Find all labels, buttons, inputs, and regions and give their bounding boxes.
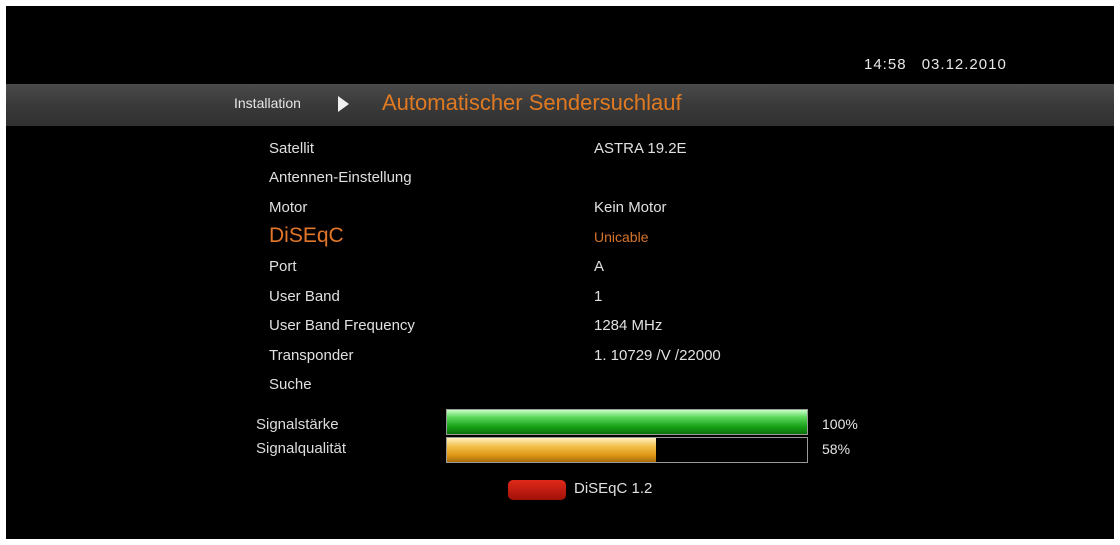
signal-quality-percent: 58%: [822, 441, 851, 457]
antenna-setting-label[interactable]: Antennen-Einstellung: [269, 169, 412, 186]
red-key-button[interactable]: [508, 480, 566, 500]
breadcrumb: Installation: [234, 95, 301, 111]
transponder-value[interactable]: 1. 10729 /V /22000: [594, 347, 721, 364]
clock-time: 14:58: [864, 56, 907, 73]
satellite-value[interactable]: ASTRA 19.2E: [594, 140, 687, 157]
port-label[interactable]: Port: [269, 258, 297, 275]
motor-label[interactable]: Motor: [269, 199, 307, 216]
satellite-label[interactable]: Satellit: [269, 140, 314, 157]
signal-quality-label: Signalqualität: [256, 440, 347, 457]
clock: 14:58 03.12.2010: [864, 56, 1007, 73]
tv-screen: 14:58 03.12.2010 Installation Automatisc…: [6, 6, 1114, 539]
play-arrow-icon: [338, 96, 349, 112]
signal-quality-bar: [446, 437, 808, 463]
signal-strength-label: Signalstärke: [256, 416, 339, 433]
port-value[interactable]: A: [594, 258, 604, 275]
signal-strength-bar: [446, 409, 808, 435]
diseqc-label[interactable]: DiSEqC: [269, 224, 344, 248]
motor-value[interactable]: Kein Motor: [594, 199, 667, 216]
signal-quality-fill: [447, 438, 656, 462]
red-key-label: DiSEqC 1.2: [574, 480, 653, 497]
user-band-value[interactable]: 1: [594, 288, 602, 305]
user-band-frequency-label[interactable]: User Band Frequency: [269, 317, 415, 334]
signal-strength-fill: [447, 410, 807, 434]
search-label[interactable]: Suche: [269, 376, 312, 393]
clock-date: 03.12.2010: [921, 56, 1007, 73]
signal-strength-percent: 100%: [822, 416, 858, 432]
user-band-label[interactable]: User Band: [269, 288, 340, 305]
transponder-label[interactable]: Transponder: [269, 347, 354, 364]
user-band-frequency-value[interactable]: 1284 MHz: [594, 317, 662, 334]
page-title: Automatischer Sendersuchlauf: [382, 90, 682, 115]
diseqc-value[interactable]: Unicable: [594, 229, 648, 245]
